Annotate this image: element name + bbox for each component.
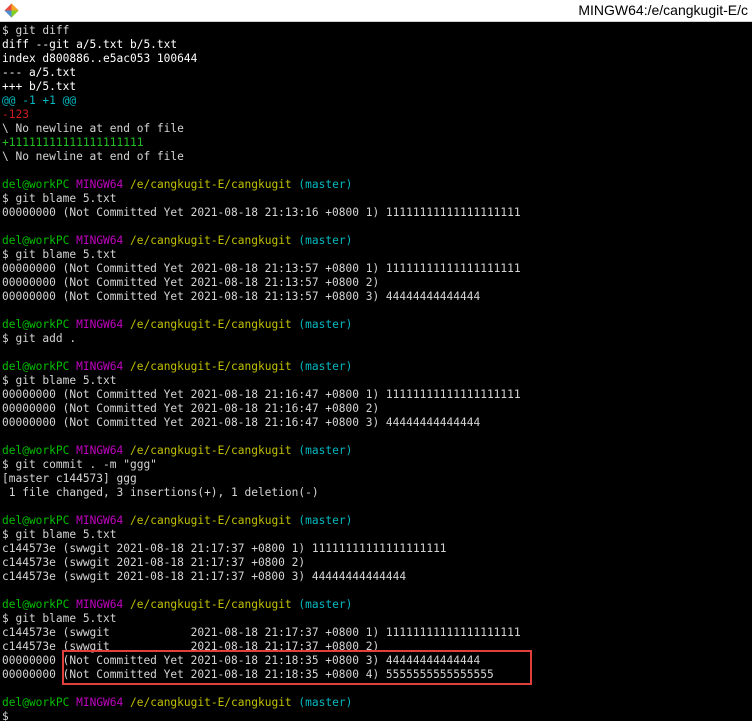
shell-prompt-line: del@workPC MINGW64 /e/cangkugit-E/cangku… xyxy=(2,444,752,458)
output-line: --- a/5.txt xyxy=(2,66,77,79)
prompt-branch: (master) xyxy=(298,696,353,709)
output-line: +11111111111111111111 xyxy=(2,136,144,149)
output-line: 00000000 (Not Committed Yet 2021-08-18 2… xyxy=(2,262,521,275)
prompt-path: /e/cangkugit-E/cangkugit xyxy=(130,598,292,611)
input-prompt-symbol: $ xyxy=(2,710,9,721)
output-line: index d800886..e5ac053 100644 xyxy=(2,52,198,65)
prompt-user: del@workPC xyxy=(2,178,70,191)
prompt-user: del@workPC xyxy=(2,696,70,709)
output-line: 00000000 (Not Committed Yet 2021-08-18 2… xyxy=(2,416,481,429)
output-line: 00000000 (Not Committed Yet 2021-08-18 2… xyxy=(2,206,521,219)
prompt-env: MINGW64 xyxy=(76,514,124,527)
shell-prompt-line: del@workPC MINGW64 /e/cangkugit-E/cangku… xyxy=(2,598,752,612)
prompt-env: MINGW64 xyxy=(76,598,124,611)
output-line: -123 xyxy=(2,108,29,121)
shell-prompt-line: del@workPC MINGW64 /e/cangkugit-E/cangku… xyxy=(2,696,752,710)
prompt-env: MINGW64 xyxy=(76,444,124,457)
output-line: $ git add . xyxy=(2,332,77,345)
output-line: $ git blame 5.txt xyxy=(2,192,117,205)
shell-prompt-line: del@workPC MINGW64 /e/cangkugit-E/cangku… xyxy=(2,234,752,248)
prompt-branch: (master) xyxy=(298,234,353,247)
shell-prompt-line: del@workPC MINGW64 /e/cangkugit-E/cangku… xyxy=(2,318,752,332)
output-line: 00000000 (Not Committed Yet 2021-08-18 2… xyxy=(2,402,380,415)
output-line: $ git blame 5.txt xyxy=(2,374,117,387)
prompt-path: /e/cangkugit-E/cangkugit xyxy=(130,178,292,191)
prompt-user: del@workPC xyxy=(2,360,70,373)
terminal-output[interactable]: $ git diff diff --git a/5.txt b/5.txt inde… xyxy=(0,22,752,721)
prompt-path: /e/cangkugit-E/cangkugit xyxy=(130,514,292,527)
prompt-path: /e/cangkugit-E/cangkugit xyxy=(130,360,292,373)
output-line: c144573e (swwgit 2021-08-18 21:17:37 +08… xyxy=(2,626,521,639)
prompt-branch: (master) xyxy=(298,178,353,191)
output-line: 00000000 (Not Committed Yet 2021-08-18 2… xyxy=(2,668,494,681)
output-line: $ git diff xyxy=(2,24,70,37)
prompt-env: MINGW64 xyxy=(76,234,124,247)
output-line: $ git commit . -m "ggg" xyxy=(2,458,157,471)
command-input-line[interactable]: $ xyxy=(2,710,752,721)
git-bash-icon xyxy=(4,3,19,18)
prompt-branch: (master) xyxy=(298,444,353,457)
output-line: $ git blame 5.txt xyxy=(2,248,117,261)
output-line: 00000000 (Not Committed Yet 2021-08-18 2… xyxy=(2,388,521,401)
output-line: +++ b/5.txt xyxy=(2,80,77,93)
prompt-env: MINGW64 xyxy=(76,318,124,331)
prompt-user: del@workPC xyxy=(2,598,70,611)
window-title: MINGW64:/e/cangkugit-E/c xyxy=(578,2,748,18)
output-line: $ git blame 5.txt xyxy=(2,528,117,541)
prompt-branch: (master) xyxy=(298,318,353,331)
prompt-path: /e/cangkugit-E/cangkugit xyxy=(130,696,292,709)
window-titlebar[interactable]: MINGW64:/e/cangkugit-E/c xyxy=(0,0,752,22)
output-line: @@ -1 +1 @@ xyxy=(2,94,77,107)
output-line: [master c144573] ggg xyxy=(2,472,137,485)
output-line: c144573e (swwgit 2021-08-18 21:17:37 +08… xyxy=(2,542,447,555)
prompt-user: del@workPC xyxy=(2,444,70,457)
output-line: 00000000 (Not Committed Yet 2021-08-18 2… xyxy=(2,290,481,303)
prompt-path: /e/cangkugit-E/cangkugit xyxy=(130,234,292,247)
prompt-user: del@workPC xyxy=(2,514,70,527)
prompt-branch: (master) xyxy=(298,598,353,611)
shell-prompt-line: del@workPC MINGW64 /e/cangkugit-E/cangku… xyxy=(2,360,752,374)
prompt-env: MINGW64 xyxy=(76,696,124,709)
prompt-branch: (master) xyxy=(298,514,353,527)
output-line: \ No newline at end of file xyxy=(2,122,184,135)
output-line: 00000000 (Not Committed Yet 2021-08-18 2… xyxy=(2,276,380,289)
output-line: c144573e (swwgit 2021-08-18 21:17:37 +08… xyxy=(2,640,380,653)
output-line: \ No newline at end of file xyxy=(2,150,184,163)
output-line: c144573e (swwgit 2021-08-18 21:17:37 +08… xyxy=(2,570,407,583)
prompt-env: MINGW64 xyxy=(76,360,124,373)
prompt-path: /e/cangkugit-E/cangkugit xyxy=(130,318,292,331)
prompt-user: del@workPC xyxy=(2,234,70,247)
shell-prompt-line: del@workPC MINGW64 /e/cangkugit-E/cangku… xyxy=(2,514,752,528)
prompt-user: del@workPC xyxy=(2,318,70,331)
prompt-path: /e/cangkugit-E/cangkugit xyxy=(130,444,292,457)
output-line: diff --git a/5.txt b/5.txt xyxy=(2,38,178,51)
prompt-env: MINGW64 xyxy=(76,178,124,191)
shell-prompt-line: del@workPC MINGW64 /e/cangkugit-E/cangku… xyxy=(2,178,752,192)
output-line: c144573e (swwgit 2021-08-18 21:17:37 +08… xyxy=(2,556,306,569)
prompt-branch: (master) xyxy=(298,360,353,373)
output-line: 1 file changed, 3 insertions(+), 1 delet… xyxy=(2,486,319,499)
output-line: 00000000 (Not Committed Yet 2021-08-18 2… xyxy=(2,654,481,667)
output-line: $ git blame 5.txt xyxy=(2,612,117,625)
